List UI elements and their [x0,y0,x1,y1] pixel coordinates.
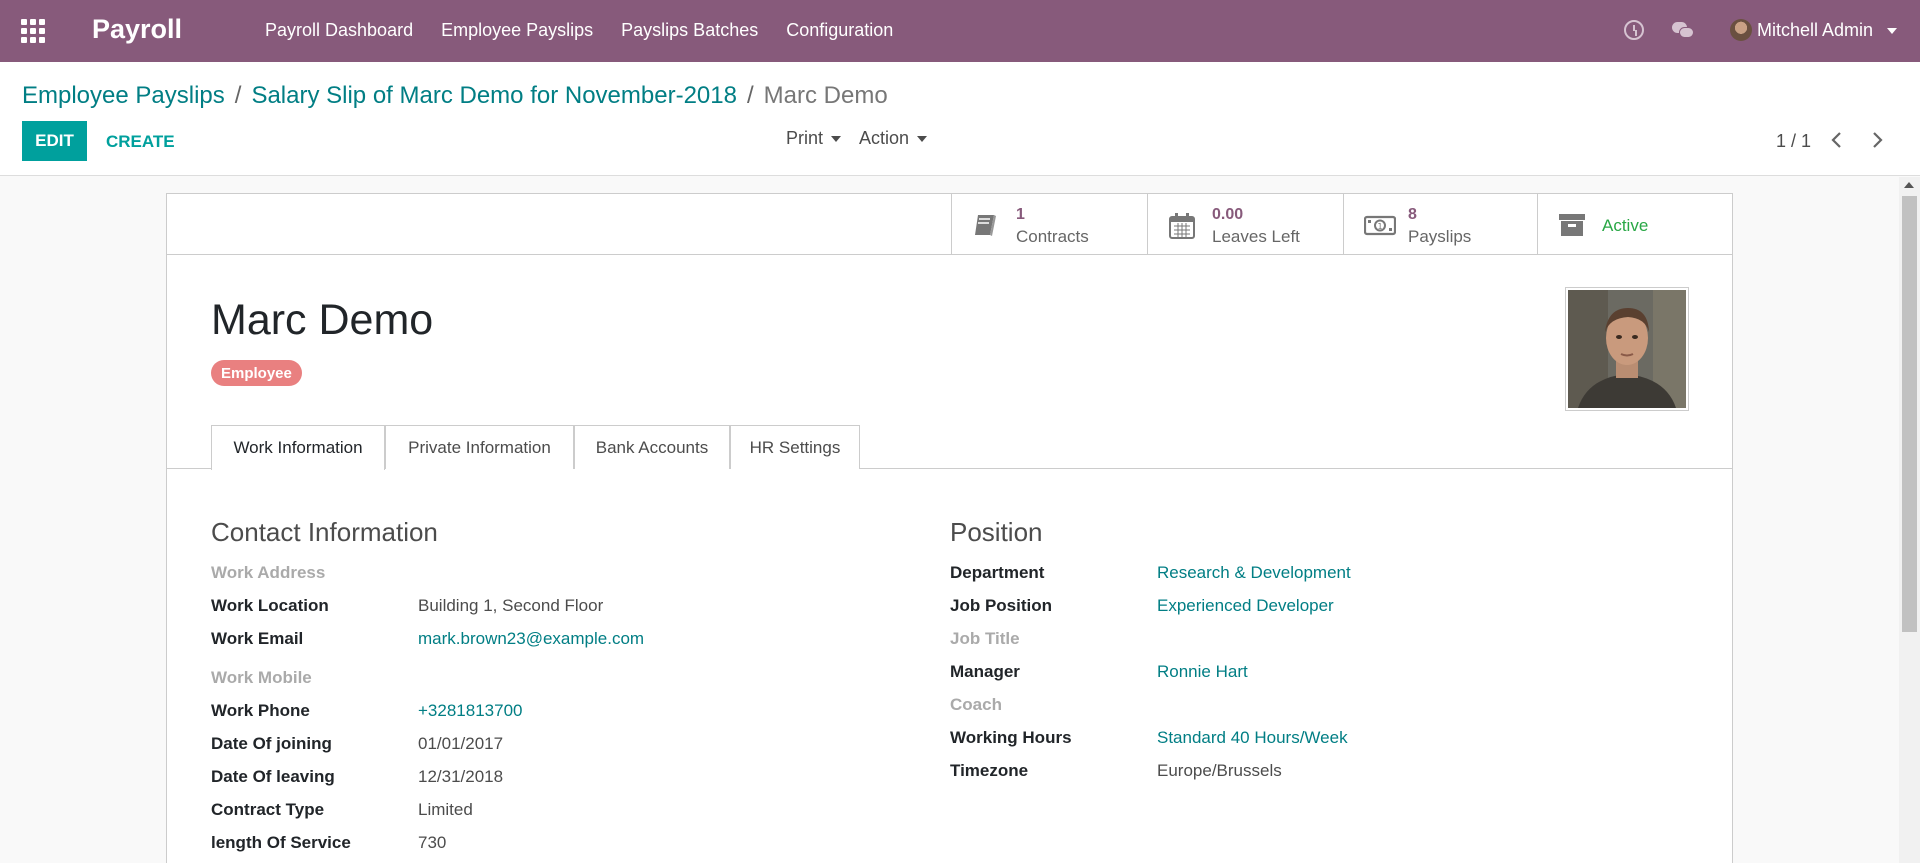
apps-menu-icon[interactable] [21,19,47,43]
menu-configuration[interactable]: Configuration [786,20,893,41]
archive-icon [1558,212,1586,238]
caret-down-icon[interactable] [1887,28,1897,34]
breadcrumb-employee-payslips[interactable]: Employee Payslips [22,82,225,110]
contract-type-label: Contract Type [211,800,325,819]
vertical-scrollbar[interactable] [1899,177,1920,863]
tab-hr-settings[interactable]: HR Settings [730,425,860,469]
scrollbar-thumb[interactable] [1902,196,1917,632]
edit-button[interactable]: EDIT [22,121,87,161]
book-icon [972,212,1000,238]
print-label: Print [786,128,824,148]
employee-name: Marc Demo [211,296,434,344]
menu-payroll-dashboard[interactable]: Payroll Dashboard [265,20,413,41]
work-location-label: Work Location [211,596,329,615]
active-toggle-button[interactable]: Active [1537,194,1733,254]
form-sheet: 1 Contracts 0.00 Leaves Left 1 8 Payslip… [166,193,1733,863]
department-label: Department [950,563,1045,582]
work-phone-link[interactable]: +3281813700 [418,701,522,721]
date-leaving-value: 12/31/2018 [418,767,504,786]
work-email-link[interactable]: mark.brown23@example.com [418,629,644,649]
employee-category-tag[interactable]: Employee [211,360,302,386]
timezone-value: Europe/Brussels [1157,761,1282,780]
manager-link[interactable]: Ronnie Hart [1157,662,1248,682]
date-leaving-label: Date Of leaving [211,767,335,786]
date-joining-value: 01/01/2017 [418,734,504,753]
pager-value[interactable]: 1 / 1 [1776,131,1811,152]
top-navbar: Payroll Payroll Dashboard Employee Paysl… [0,0,1920,62]
length-of-service-label: length Of Service [211,833,351,852]
contracts-count: 1 [1016,206,1025,223]
working-hours-label: Working Hours [950,728,1072,747]
leaves-stat-button[interactable]: 0.00 Leaves Left [1147,194,1343,254]
contracts-label: Contracts [1016,227,1089,246]
manager-label: Manager [950,662,1020,681]
main-menu: Payroll Dashboard Employee Payslips Pays… [265,20,921,41]
user-menu-name[interactable]: Mitchell Admin [1757,20,1873,41]
app-title: Payroll [92,14,183,44]
contract-type-value: Limited [418,800,473,819]
work-email-label: Work Email [211,629,304,648]
pager-next-icon[interactable] [1866,129,1888,151]
breadcrumb: Employee Payslips / Salary Slip of Marc … [22,82,888,110]
job-position-label: Job Position [950,596,1052,615]
contact-information-title: Contact Information [211,517,438,547]
money-icon: 1 [1363,212,1397,238]
breadcrumb-current: Marc Demo [763,82,888,109]
breadcrumb-separator: / [746,82,754,109]
user-avatar[interactable] [1730,19,1752,41]
breadcrumb-separator: / [234,82,242,109]
payslips-count: 8 [1408,206,1417,223]
form-tabs: Work Information Private Information Ban… [167,425,1732,470]
caret-down-icon [831,135,842,142]
svg-text:1: 1 [1378,222,1383,231]
timezone-label: Timezone [950,761,1029,780]
print-dropdown[interactable]: Print [786,128,842,149]
date-joining-label: Date Of joining [211,734,332,753]
create-button[interactable]: CREATE [106,132,175,152]
menu-payslips-batches[interactable]: Payslips Batches [621,20,758,41]
caret-down-icon [917,135,928,142]
job-title-label: Job Title [950,629,1020,648]
length-of-service-value: 730 [418,833,447,852]
work-location-value: Building 1, Second Floor [418,596,604,615]
work-phone-label: Work Phone [211,701,310,720]
work-address-label: Work Address [211,563,326,582]
breadcrumb-salary-slip[interactable]: Salary Slip of Marc Demo for November-20… [251,82,737,110]
pager-previous-icon[interactable] [1826,129,1848,151]
activity-clock-icon[interactable] [1624,20,1644,40]
control-panel: Employee Payslips / Salary Slip of Marc … [0,62,1920,176]
position-title: Position [950,517,1043,547]
payslips-stat-button[interactable]: 1 8 Payslips [1343,194,1539,254]
messaging-chat-icon[interactable] [1672,22,1694,38]
coach-label: Coach [950,695,1002,714]
tab-private-information[interactable]: Private Information [385,425,574,469]
working-hours-link[interactable]: Standard 40 Hours/Week [1157,728,1348,748]
contracts-stat-button[interactable]: 1 Contracts [951,194,1147,254]
tab-work-information[interactable]: Work Information [211,425,385,470]
work-mobile-label: Work Mobile [211,668,312,687]
stat-button-box: 1 Contracts 0.00 Leaves Left 1 8 Payslip… [167,194,1732,255]
department-link[interactable]: Research & Development [1157,563,1351,583]
calendar-icon [1168,212,1196,239]
scroll-up-arrow-icon[interactable] [1904,182,1914,188]
tab-bank-accounts[interactable]: Bank Accounts [574,425,730,469]
action-dropdown[interactable]: Action [859,128,928,149]
job-position-link[interactable]: Experienced Developer [1157,596,1334,616]
payslips-label: Payslips [1408,227,1472,246]
active-status-label: Active [1602,216,1649,235]
leaves-left-value: 0.00 [1212,206,1244,223]
menu-employee-payslips[interactable]: Employee Payslips [441,20,593,41]
leaves-left-label: Leaves Left [1212,227,1300,246]
employee-photo[interactable] [1565,287,1689,411]
action-label: Action [859,128,910,148]
